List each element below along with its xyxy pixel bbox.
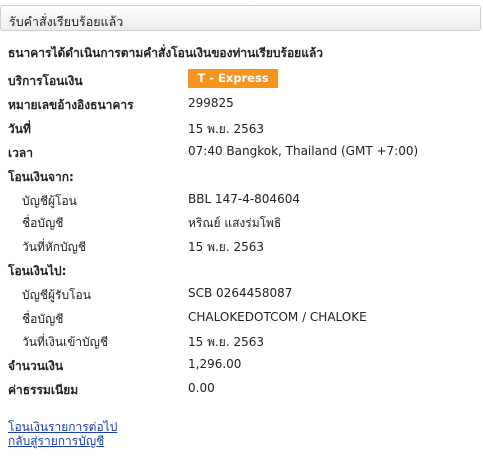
from-name-value: หริณย์ แสงร่มโพธิ (188, 216, 282, 230)
amount-row: จำนวนเงิน 1,296.00 (0, 357, 483, 377)
to-heading: โอนเงินไป: (8, 264, 67, 278)
service-label: บริการโอนเงิน (8, 74, 83, 88)
credit-date-value: 15 พ.ย. 2563 (188, 335, 265, 349)
fee-value: 0.00 (188, 381, 215, 395)
to-name-label: ชื่อบัญชี (22, 312, 64, 326)
reference-value: 299825 (188, 96, 234, 110)
from-account-value: BBL 147-4-804604 (188, 192, 300, 206)
to-name-value: CHALOKEDOTCOM / CHALOKE (188, 310, 367, 324)
time-row: เวลา 07:40 Bangkok, Thailand (GMT +7:00) (0, 144, 483, 164)
status-message: ธนาคารได้ดำเนินการตามคำสั่งโอนเงินของท่า… (8, 46, 324, 60)
from-name-row: ชื่อบัญชี หริณย์ แสงร่มโพธิ (0, 214, 483, 234)
debit-date-label: วันที่หักบัญชี (22, 240, 87, 254)
time-label: เวลา (8, 146, 33, 160)
to-name-row: ชื่อบัญชี CHALOKEDOTCOM / CHALOKE (0, 310, 483, 330)
date-label: วันที่ (8, 122, 31, 136)
from-name-label: ชื่อบัญชี (22, 216, 64, 230)
from-account-label: บัญชีผู้โอน (22, 194, 77, 208)
to-account-value: SCB 0264458087 (188, 286, 293, 300)
to-heading-row: โอนเงินไป: (0, 262, 483, 282)
amount-label: จำนวนเงิน (8, 359, 64, 373)
amount-value: 1,296.00 (188, 357, 242, 371)
to-account-label: บัญชีผู้รับโอน (22, 288, 91, 302)
to-account-row: บัญชีผู้รับโอน SCB 0264458087 (0, 286, 483, 306)
reference-row: หมายเลขอ้างอิงธนาคาร 299825 (0, 96, 483, 116)
page-title: รับคำสั่งเรียบร้อยแล้ว (9, 14, 124, 29)
fee-label: ค่าธรรมเนียม (8, 383, 79, 397)
from-heading-row: โอนเงินจาก: (0, 168, 483, 188)
header-panel: รับคำสั่งเรียบร้อยแล้ว (0, 5, 481, 31)
time-value: 07:40 Bangkok, Thailand (GMT +7:00) (188, 144, 419, 158)
back-to-accounts-link[interactable]: กลับสู่รายการบัญชี (8, 432, 104, 451)
from-debit-date-row: วันที่หักบัญชี 15 พ.ย. 2563 (0, 238, 483, 258)
to-credit-date-row: วันที่เงินเข้าบัญชี 15 พ.ย. 2563 (0, 333, 483, 353)
fee-row: ค่าธรรมเนียม 0.00 (0, 381, 483, 401)
reference-label: หมายเลขอ้างอิงธนาคาร (8, 98, 134, 112)
debit-date-value: 15 พ.ย. 2563 (188, 240, 265, 254)
from-heading: โอนเงินจาก: (8, 170, 74, 184)
date-value: 15 พ.ย. 2563 (188, 122, 265, 136)
service-row: บริการโอนเงิน T - Express (0, 69, 483, 92)
from-account-row: บัญชีผู้โอน BBL 147-4-804604 (0, 192, 483, 212)
date-row: วันที่ 15 พ.ย. 2563 (0, 120, 483, 140)
service-badge: T - Express (188, 69, 278, 88)
credit-date-label: วันที่เงินเข้าบัญชี (22, 335, 109, 349)
